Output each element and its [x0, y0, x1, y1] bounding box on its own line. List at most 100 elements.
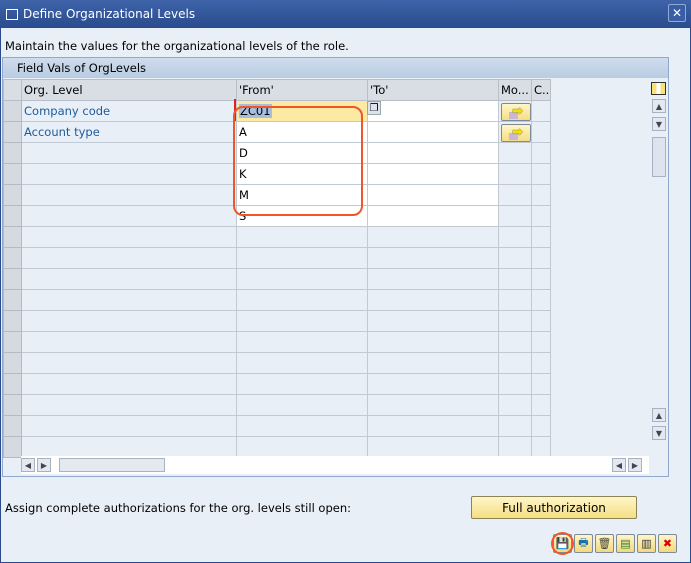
- mo-cell: ➡: [498, 100, 532, 122]
- cancel-icon: ✖: [662, 537, 673, 550]
- col-mo[interactable]: Mo...: [498, 79, 532, 101]
- empty-cell: [367, 436, 499, 458]
- empty-cell: [498, 415, 532, 437]
- row-selector[interactable]: [3, 436, 22, 458]
- maintain-values-button[interactable]: ➡: [501, 102, 531, 121]
- scroll-left-button[interactable]: ◀: [21, 458, 35, 472]
- horizontal-scroll-thumb[interactable]: [59, 458, 165, 472]
- title-bar: Define Organizational Levels ✕: [0, 0, 691, 28]
- select-all-header[interactable]: [3, 79, 22, 101]
- empty-cell: [367, 289, 499, 311]
- empty-cell: [498, 247, 532, 269]
- highlight-from-values: [233, 106, 363, 216]
- empty-cell: [236, 310, 368, 332]
- empty-cell: [531, 436, 551, 458]
- empty-cell: [21, 394, 237, 416]
- empty-cell: [367, 247, 499, 269]
- full-authorization-button[interactable]: Full authorization: [471, 496, 637, 519]
- empty-cell: [367, 268, 499, 290]
- row-spacer: [550, 226, 651, 248]
- empty-cell: [236, 373, 368, 395]
- c-cell: [531, 142, 551, 164]
- empty-cell: [236, 394, 368, 416]
- scroll-up-button[interactable]: ▲: [652, 99, 666, 113]
- org-level-cell: Company code: [21, 100, 237, 122]
- vertical-scrollbar[interactable]: ▲ ▼ ▲ ▼: [650, 79, 668, 454]
- to-input[interactable]: [367, 100, 499, 122]
- empty-cell: [236, 226, 368, 248]
- row-selector[interactable]: [3, 205, 22, 227]
- scroll-down-button[interactable]: ▼: [652, 117, 666, 131]
- cancel-button[interactable]: ✖: [658, 534, 677, 553]
- horizontal-scrollbar[interactable]: ◀ ▶ ◀ ▶: [21, 456, 649, 474]
- scroll-page-down-button[interactable]: ▼: [652, 426, 666, 440]
- row-selector[interactable]: [3, 163, 22, 185]
- empty-cell: [21, 289, 237, 311]
- row-selector[interactable]: [3, 268, 22, 290]
- row-spacer: [550, 331, 651, 353]
- row-selector[interactable]: [3, 289, 22, 311]
- col-org-level[interactable]: Org. Level: [21, 79, 237, 101]
- copy-icon[interactable]: ❐: [367, 101, 381, 115]
- row-selector[interactable]: [3, 226, 22, 248]
- empty-cell: [531, 331, 551, 353]
- row-spacer: [550, 100, 651, 122]
- row-selector[interactable]: [3, 394, 22, 416]
- scroll-far-right-button[interactable]: ▶: [628, 458, 642, 472]
- to-input[interactable]: [367, 121, 499, 143]
- scroll-far-left-button[interactable]: ◀: [612, 458, 626, 472]
- row-selector[interactable]: [3, 121, 22, 143]
- row-selector[interactable]: [3, 100, 22, 122]
- empty-cell: [367, 352, 499, 374]
- to-input[interactable]: [367, 184, 499, 206]
- empty-cell: [498, 394, 532, 416]
- scroll-page-up-button[interactable]: ▲: [652, 408, 666, 422]
- mo-cell: [498, 142, 532, 164]
- row-selector[interactable]: [3, 142, 22, 164]
- row-selector[interactable]: [3, 310, 22, 332]
- c-cell: [531, 184, 551, 206]
- col-to[interactable]: 'To': [367, 79, 499, 101]
- row-spacer: [550, 142, 651, 164]
- empty-cell: [531, 247, 551, 269]
- print-button[interactable]: 🖶: [574, 534, 593, 553]
- mo-cell: [498, 163, 532, 185]
- table-row-empty: [3, 226, 651, 248]
- close-button[interactable]: ✕: [668, 4, 686, 22]
- row-selector[interactable]: [3, 247, 22, 269]
- empty-cell: [21, 268, 237, 290]
- c-cell: [531, 205, 551, 227]
- col-from[interactable]: 'From': [236, 79, 368, 101]
- empty-cell: [531, 310, 551, 332]
- to-input[interactable]: [367, 205, 499, 227]
- scroll-right-button[interactable]: ▶: [37, 458, 51, 472]
- org-level-cell: [21, 184, 237, 206]
- empty-cell: [498, 436, 532, 458]
- row-spacer: [550, 394, 651, 416]
- maintain-values-button[interactable]: ➡: [501, 123, 531, 142]
- to-input[interactable]: [367, 163, 499, 185]
- row-selector[interactable]: [3, 331, 22, 353]
- row-spacer: [550, 415, 651, 437]
- deselect-all-icon: ▥: [641, 537, 652, 550]
- table-row-empty: [3, 394, 651, 416]
- row-selector[interactable]: [3, 415, 22, 437]
- select-all-button[interactable]: ▤: [616, 534, 635, 553]
- row-selector[interactable]: [3, 373, 22, 395]
- empty-cell: [21, 436, 237, 458]
- empty-cell: [21, 247, 237, 269]
- empty-cell: [21, 352, 237, 374]
- empty-cell: [498, 373, 532, 395]
- to-input[interactable]: [367, 142, 499, 164]
- row-spacer: [550, 268, 651, 290]
- deselect-all-button[interactable]: ▥: [637, 534, 656, 553]
- empty-cell: [367, 394, 499, 416]
- instruction-text: Maintain the values for the organization…: [5, 39, 349, 53]
- row-selector[interactable]: [3, 184, 22, 206]
- col-c[interactable]: C..: [531, 79, 551, 101]
- row-selector[interactable]: [3, 352, 22, 374]
- vertical-scroll-thumb[interactable]: [652, 137, 666, 177]
- delete-button[interactable]: 🗑: [595, 534, 614, 553]
- table-row-empty: [3, 247, 651, 269]
- table-row-empty: [3, 352, 651, 374]
